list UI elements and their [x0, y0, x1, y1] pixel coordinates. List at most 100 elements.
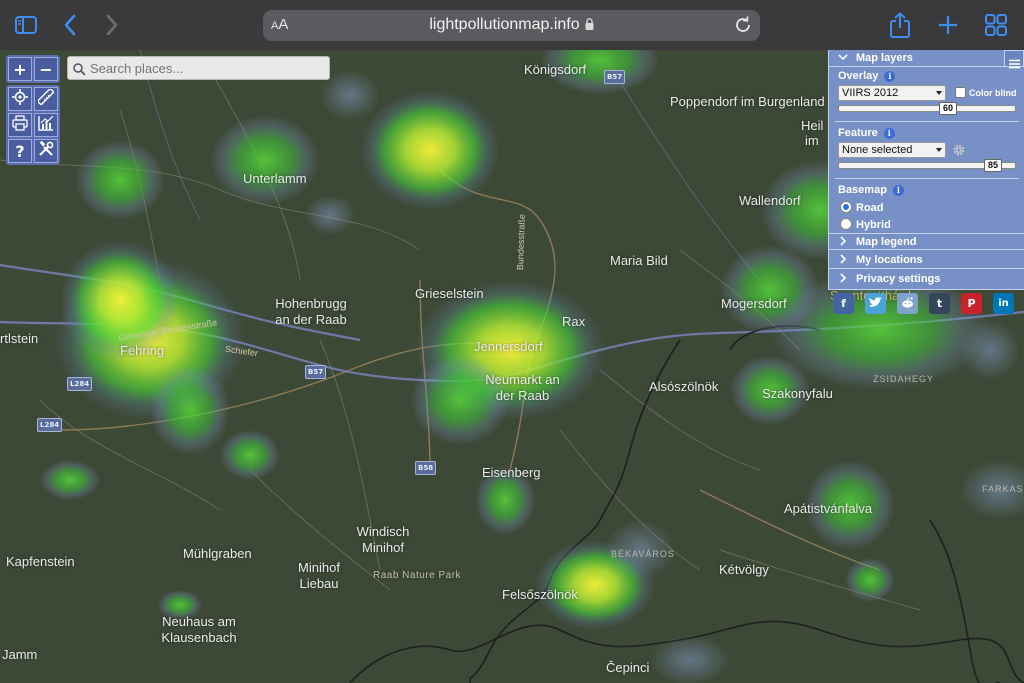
- my-locations-label: My locations: [856, 254, 923, 266]
- place-label-neumarkt: Neumarkt an der Raab: [470, 372, 575, 404]
- pinterest-share-button[interactable]: P: [961, 293, 982, 314]
- panel-divider: [835, 121, 1019, 122]
- map-legend-header[interactable]: Map legend: [829, 233, 1024, 250]
- color-blind-checkbox[interactable]: [955, 87, 966, 98]
- reload-icon[interactable]: [732, 14, 754, 36]
- ruler-icon: [36, 87, 55, 109]
- crosshair-icon: [12, 89, 28, 109]
- place-label-minihof-line2: Liebau: [299, 576, 339, 591]
- light-pollution-map[interactable]: Königsdorf Poppendorf im Burgenland Heil…: [0, 50, 1024, 683]
- overlay-select-value: VIIRS 2012: [842, 87, 899, 99]
- place-label-hohenbrugg-line2: an der Raab: [275, 312, 347, 327]
- linkedin-icon: in: [998, 298, 1009, 309]
- place-label-hohenbrugg: Hohenbrugg an der Raab: [255, 296, 367, 328]
- my-locations-header[interactable]: My locations: [829, 252, 1024, 269]
- privacy-settings-header[interactable]: Privacy settings: [829, 271, 1024, 288]
- map-layers-header[interactable]: Map layers: [829, 50, 1024, 67]
- place-label-heil: Heil: [801, 118, 824, 133]
- twitter-share-button[interactable]: [865, 293, 886, 314]
- pinterest-icon: P: [967, 297, 976, 310]
- basemap-road-radio[interactable]: [840, 201, 852, 213]
- share-icon[interactable]: [884, 9, 916, 41]
- gear-icon[interactable]: [952, 143, 966, 160]
- place-label-zsidahegy: ZSIDAHEGY: [873, 374, 935, 384]
- road-shield-b57-top: B57: [604, 70, 626, 84]
- facebook-icon: f: [841, 297, 846, 310]
- panel-menu-button[interactable]: [1004, 50, 1024, 69]
- place-label-kapfenstein: Kapfenstein: [6, 554, 75, 569]
- chart-button[interactable]: [34, 113, 58, 137]
- place-label-windisch-line2: Minihof: [362, 540, 404, 555]
- overlay-opacity-knob[interactable]: 60: [939, 102, 957, 115]
- basemap-hybrid-radio[interactable]: [840, 218, 852, 230]
- sidebar-icon[interactable]: [10, 9, 42, 41]
- map-legend-label: Map legend: [856, 236, 917, 248]
- place-label-poppendorf: Poppendorf im Burgenland: [670, 94, 825, 109]
- overlay-select[interactable]: VIIRS 2012: [838, 85, 946, 101]
- search-input[interactable]: [90, 59, 325, 77]
- tumblr-icon: t: [936, 297, 943, 310]
- place-label-eisenberg: Eisenberg: [482, 465, 541, 480]
- tabs-overview-icon[interactable]: [980, 9, 1012, 41]
- new-tab-icon[interactable]: [932, 9, 964, 41]
- place-label-wallendorf: Wallendorf: [739, 193, 801, 208]
- place-label-neuhaus-line2: Klausenbach: [161, 630, 237, 645]
- back-icon[interactable]: [54, 9, 86, 41]
- zoom-out-button[interactable]: −: [34, 57, 58, 81]
- place-label-minihof-line1: Minihof: [298, 560, 340, 575]
- dropdown-arrow-icon: [936, 148, 942, 152]
- info-icon[interactable]: i: [892, 185, 904, 196]
- print-button[interactable]: [8, 113, 32, 137]
- zoom-in-button[interactable]: +: [8, 57, 32, 81]
- address-bar[interactable]: AA lightpollutionmap.info: [263, 10, 760, 41]
- feature-select[interactable]: None selected: [838, 142, 946, 158]
- basemap-label: Basemap i: [838, 184, 904, 196]
- measure-button[interactable]: [34, 87, 58, 111]
- info-icon[interactable]: i: [883, 128, 895, 139]
- app-root: AA lightpollutionmap.info Königsdorf Pop…: [0, 0, 1024, 683]
- place-label-jamm: Jamm: [2, 647, 38, 662]
- info-icon[interactable]: i: [884, 71, 896, 82]
- search-icon: [73, 61, 86, 80]
- locate-button[interactable]: [8, 87, 32, 111]
- place-label-maria-bild: Maria Bild: [610, 253, 668, 268]
- forward-icon[interactable]: [96, 9, 128, 41]
- place-label-windisch: Windisch Minihof: [346, 524, 420, 556]
- chevron-down-icon: [838, 52, 848, 65]
- place-label-ertlstein: rtlstein: [0, 331, 39, 346]
- feature-opacity-slider[interactable]: 85: [838, 159, 1016, 172]
- road-shield-b57-mid: B57: [305, 365, 327, 379]
- place-label-farkas: FARKASF: [982, 484, 1024, 494]
- privacy-settings-label: Privacy settings: [856, 273, 941, 285]
- overlay-opacity-slider[interactable]: 60: [838, 102, 1016, 115]
- overlay-label: Overlay i: [838, 70, 896, 82]
- feature-select-value: None selected: [842, 144, 913, 156]
- help-button[interactable]: ?: [8, 139, 32, 163]
- feature-opacity-knob[interactable]: 85: [984, 159, 1002, 172]
- tumblr-share-button[interactable]: t: [929, 293, 950, 314]
- road-shield-l284-a: L284: [67, 377, 93, 391]
- place-label-raab-nature-park: Raab Nature Park: [373, 570, 462, 581]
- tool-controls: ?: [6, 85, 60, 165]
- place-label-alsoszolnok: Alsószölnök: [649, 379, 719, 394]
- place-label-hohenbrugg-line1: Hohenbrugg: [275, 296, 347, 311]
- twitter-icon: [869, 296, 882, 311]
- reddit-icon: [901, 296, 914, 311]
- reddit-share-button[interactable]: [897, 293, 918, 314]
- dropdown-arrow-icon: [936, 91, 942, 95]
- place-label-felsoszolnok: Felsőszölnök: [502, 587, 578, 602]
- settings-button[interactable]: [34, 139, 58, 163]
- place-label-im: im: [805, 133, 819, 148]
- facebook-share-button[interactable]: f: [833, 293, 854, 314]
- place-label-unterlamm: Unterlamm: [243, 171, 307, 186]
- place-label-windisch-line1: Windisch: [356, 524, 410, 539]
- basemap-label-text: Basemap: [838, 184, 887, 196]
- chart-icon: [38, 115, 54, 135]
- place-label-konigsdorf: Königsdorf: [524, 62, 587, 77]
- hamburger-icon: [1009, 54, 1020, 73]
- linkedin-share-button[interactable]: in: [993, 293, 1014, 314]
- map-layers-title: Map layers: [856, 52, 913, 64]
- panel-divider: [835, 178, 1019, 179]
- place-label-szakonyfalu: Szakonyfalu: [762, 386, 833, 401]
- search-box: [67, 56, 330, 80]
